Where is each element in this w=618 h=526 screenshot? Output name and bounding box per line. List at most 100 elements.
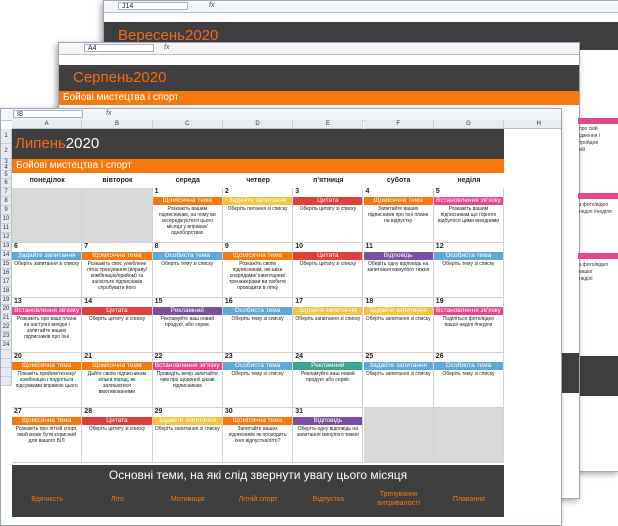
calendar-day[interactable]: 2 Задайте запитання Оберіть питання зі спи… <box>222 188 294 243</box>
calendar-day[interactable]: 4 Щомісячна тема Запитайте ваших підписник… <box>363 188 434 243</box>
calendar-day[interactable]: 18 Задайте запитання Оберіть запитання зі … <box>363 298 434 353</box>
fx-icon[interactable]: fx <box>106 110 111 117</box>
row-header[interactable]: 14 <box>1 251 12 260</box>
row-header[interactable]: 24 <box>1 341 12 350</box>
day-header: субота <box>386 177 411 184</box>
column-header[interactable]: B <box>82 120 153 129</box>
column-header[interactable]: E <box>293 120 364 129</box>
post-type-tag: Щомісячна тема <box>222 252 293 260</box>
row-header[interactable]: 21 <box>1 314 12 323</box>
post-description: Оберіть тему зі списку <box>231 316 284 322</box>
day-header: четвер <box>246 177 270 184</box>
row-header[interactable]: 11 <box>1 224 12 233</box>
calendar-day[interactable]: 29 Задайте запитання Оберіть запитання зі … <box>152 408 223 463</box>
calendar-day[interactable]: 8 Особиста тема Оберіть тему зі списку <box>152 243 223 298</box>
calendar-day[interactable]: 16 Особиста тема Оберіть тему зі списку <box>222 298 294 353</box>
row-header-filler <box>1 368 12 377</box>
row-header[interactable]: 12 <box>1 233 12 242</box>
calendar-day[interactable]: 30 Щомісячна тема Запитайте ваших підписни… <box>222 408 294 463</box>
day-header: понеділок <box>29 177 65 184</box>
day-number: 18 <box>365 298 374 305</box>
calendar-day[interactable]: 27 Щомісячна тема Розкажіть про літній спо… <box>12 408 83 463</box>
calendar-day[interactable]: 14 Цитата Оберіть цитату зі списку <box>82 298 153 353</box>
row-header[interactable]: 18 <box>1 287 12 296</box>
row-header[interactable]: 8 <box>1 197 12 206</box>
calendar-day[interactable]: 20 Щомісячна тема Покажіть прийом/техніку/… <box>12 353 83 408</box>
row-header[interactable]: 19 <box>1 296 12 305</box>
sheet-july[interactable]: I8 fx ABCDEFGH 1 2 3 4 5 6 7 8 9 10 11 12 13 14 15 16 17… <box>0 108 562 526</box>
row-header[interactable]: 5 <box>1 171 12 179</box>
column-header[interactable]: H <box>504 120 561 129</box>
calendar-day[interactable]: 9 Щомісячна тема Розкажіть своїм підписник… <box>222 243 294 298</box>
calendar-blank[interactable] <box>12 188 83 243</box>
calendar-blank[interactable] <box>433 408 505 463</box>
calendar-day[interactable]: 3 Цитата Оберіть цитату зі списку <box>293 188 364 243</box>
calendar-day[interactable]: 5 Встановлення зв'язку Розкажіть вашим під… <box>433 188 505 243</box>
row-header[interactable]: 20 <box>1 305 12 314</box>
column-header[interactable]: F <box>363 120 434 129</box>
calendar-day[interactable]: 6 Задайте запитання Оберіть запитання зі с… <box>12 243 83 298</box>
row-header[interactable]: 17 <box>1 278 12 287</box>
calendar-day[interactable]: 22 Встановлення зв'язку Проведіть вечір за… <box>152 353 223 408</box>
day-header: неділя <box>457 177 481 184</box>
fx-icon[interactable]: fx <box>164 44 169 51</box>
name-box[interactable]: A4 <box>84 44 154 52</box>
row-header[interactable]: 16 <box>1 269 12 278</box>
title-year: 2020 <box>65 135 100 152</box>
row-header[interactable]: 2 <box>1 144 12 159</box>
peek-line: ідження і <box>579 133 600 139</box>
post-type-tag: Цитата <box>82 417 152 425</box>
peek-line: тройдов <box>579 140 598 146</box>
calendar-day[interactable]: 19 Встановлення зв'язку Поділіться фото/ві… <box>433 298 505 353</box>
calendar-day[interactable]: 10 Цитата Оберіть цитату зі списку <box>293 243 364 298</box>
post-type-tag: Цитата <box>293 252 363 260</box>
calendar-day[interactable]: 28 Цитата Оберіть цитату зі списку <box>82 408 153 463</box>
column-header[interactable]: C <box>152 120 223 129</box>
post-description: Запитайте ваших підписників про їхні пла… <box>367 206 429 224</box>
category-band: Бойові мистецтва і спорт <box>12 159 504 173</box>
day-number: 24 <box>295 353 303 360</box>
fx-icon[interactable]: fx <box>209 2 214 9</box>
row-header[interactable]: 7 <box>1 188 12 197</box>
peek-bar-pink <box>578 193 618 199</box>
sheet-title: Липень2020 <box>15 135 99 152</box>
row-header[interactable]: 22 <box>1 323 12 332</box>
post-description: Оберіть одну відповідь на запитання мину… <box>296 426 359 438</box>
calendar-day[interactable]: 13 Встановлення зв'язку Розкажіть про ваші… <box>12 298 83 353</box>
row-header[interactable]: 23 <box>1 332 12 341</box>
calendar-day[interactable]: 31 Відповідь Оберіть одну відповідь на зап… <box>293 408 364 463</box>
row-header[interactable]: 10 <box>1 215 12 224</box>
calendar-day[interactable]: 12 Особиста тема Оберіть тему зі списку <box>433 243 505 298</box>
day-number: 26 <box>435 353 444 360</box>
column-header[interactable]: A <box>12 120 83 129</box>
row-header[interactable]: 13 <box>1 242 12 251</box>
row-header[interactable]: 1 <box>1 129 12 144</box>
day-number: 25 <box>365 353 374 360</box>
calendar-day[interactable]: 26 Особиста тема Оберіть тему зі списку <box>433 353 505 408</box>
column-header[interactable]: D <box>222 120 294 129</box>
post-type-tag: Особиста тема <box>222 307 293 315</box>
calendar-day[interactable]: 7 Щомісячна тема Розкажіть своє улюблене л… <box>82 243 153 298</box>
calendar-day[interactable]: 17 Задайте запитання Оберіть запитання зі … <box>293 298 364 353</box>
calendar-day[interactable]: 23 Особиста тема Оберіть тему зі списку <box>222 353 294 408</box>
row-header[interactable]: 15 <box>1 260 12 269</box>
post-type-tag: Особиста тема <box>152 252 222 260</box>
calendar-blank[interactable] <box>82 188 153 243</box>
row-header[interactable]: 6 <box>1 179 12 188</box>
calendar-day[interactable]: 25 Задайте запитання Оберіть запитання зі … <box>363 353 434 408</box>
calendar-day[interactable]: 11 Відповідь Оберіть одну відповідь на зап… <box>363 243 434 298</box>
post-type-tag: Задайте запитання <box>363 307 433 315</box>
calendar-blank[interactable] <box>363 408 434 463</box>
column-header[interactable]: G <box>433 120 505 129</box>
name-box[interactable]: J14 <box>118 2 188 10</box>
day-number: 8 <box>154 243 159 250</box>
name-box[interactable]: I8 <box>13 110 83 118</box>
calendar-day[interactable]: 15 Рекламний Рекламуйте ваш новий продукт,… <box>152 298 223 353</box>
calendar-day[interactable]: 21 Щомісячна тема Дайте своїм підписникам … <box>82 353 153 408</box>
post-description: Оберіть запитання зі списку <box>154 426 220 432</box>
post-type-tag: Встановлення зв'язку <box>12 307 82 315</box>
post-description: Оберіть одну відповідь на запитання мину… <box>367 261 430 273</box>
row-header[interactable]: 9 <box>1 206 12 215</box>
calendar-day[interactable]: 24 Рекламний Рекламуйте ваш новий продукт … <box>293 353 364 408</box>
calendar-day[interactable]: 1 Щомісячна тема Розкажіть вашим підписник… <box>152 188 223 243</box>
